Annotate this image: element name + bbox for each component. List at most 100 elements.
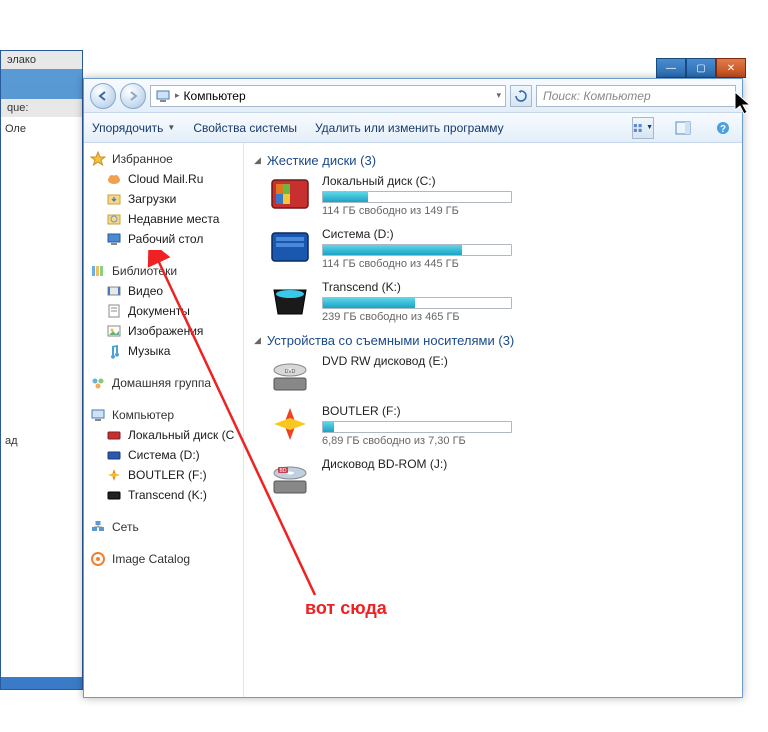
- forward-button[interactable]: [120, 83, 146, 109]
- search-input[interactable]: Поиск: Компьютер: [536, 85, 736, 107]
- computer-header[interactable]: Компьютер: [88, 405, 239, 425]
- drive-d[interactable]: Система (D:) 114 ГБ свободно из 445 ГБ: [268, 227, 732, 270]
- preview-pane-button[interactable]: [672, 117, 694, 139]
- sidebar-item-documents[interactable]: Документы: [88, 301, 239, 321]
- bdrom-icon: BD: [268, 457, 312, 497]
- hdd-icon: [268, 174, 312, 214]
- usage-fill: [323, 422, 334, 432]
- catalog-icon: [90, 551, 106, 567]
- documents-icon: [106, 303, 122, 319]
- sidebar-item-drive-f[interactable]: BOUTLER (F:): [88, 465, 239, 485]
- star-icon: [90, 151, 106, 167]
- cursor-icon: [733, 90, 753, 116]
- back-button[interactable]: [90, 83, 116, 109]
- usage-bar: [322, 191, 512, 203]
- system-properties-button[interactable]: Свойства системы: [193, 121, 297, 135]
- drive-name: DVD RW дисковод (E:): [322, 354, 732, 368]
- collapse-triangle-icon: ◢: [254, 155, 261, 166]
- drive-name: BOUTLER (F:): [322, 404, 732, 418]
- breadcrumb-chevron-icon: ▸: [175, 90, 180, 101]
- hdd-icon: [106, 467, 122, 483]
- hdd-icon: [106, 487, 122, 503]
- drive-j[interactable]: BD Дисковод BD-ROM (J:): [268, 457, 732, 497]
- sidebar-item-drive-d[interactable]: Система (D:): [88, 445, 239, 465]
- bg-line-1: Оле: [5, 123, 78, 135]
- view-icon: [633, 122, 644, 134]
- drive-c[interactable]: Локальный диск (C:) 114 ГБ свободно из 1…: [268, 174, 732, 217]
- uninstall-button[interactable]: Удалить или изменить программу: [315, 121, 504, 135]
- sidebar-item-recent[interactable]: Недавние места: [88, 209, 239, 229]
- network-group: Сеть: [88, 517, 239, 537]
- collapse-triangle-icon: ◢: [254, 335, 261, 346]
- catalog-header[interactable]: Image Catalog: [88, 549, 239, 569]
- organize-button[interactable]: Упорядочить▼: [92, 121, 175, 135]
- homegroup-header[interactable]: Домашняя группа: [88, 373, 239, 393]
- hard-disks-header[interactable]: ◢ Жесткие диски (3): [254, 153, 732, 168]
- annotation-text: вот сюда: [305, 598, 387, 619]
- drive-f[interactable]: BOUTLER (F:) 6,89 ГБ свободно из 7,30 ГБ: [268, 404, 732, 447]
- removable-header[interactable]: ◢ Устройства со съемными носителями (3): [254, 333, 732, 348]
- sidebar-item-video[interactable]: Видео: [88, 281, 239, 301]
- sidebar-item-drive-c[interactable]: Локальный диск (C: [88, 425, 239, 445]
- svg-text:DVD: DVD: [285, 369, 296, 375]
- drive-name: Transcend (K:): [322, 280, 732, 294]
- explorer-body: Избранное Cloud Mail.Ru Загрузки Недавни…: [84, 143, 742, 697]
- computer-icon: [155, 88, 171, 104]
- maximize-button[interactable]: ▢: [686, 58, 716, 78]
- pane-icon: [675, 121, 691, 135]
- chevron-down-icon: ▼: [167, 123, 175, 132]
- drive-e[interactable]: DVD DVD RW дисковод (E:): [268, 354, 732, 394]
- arrow-right-icon: [127, 90, 139, 102]
- sidebar-item-desktop[interactable]: Рабочий стол: [88, 229, 239, 249]
- network-icon: [90, 519, 106, 535]
- svg-text:BD: BD: [280, 468, 287, 474]
- background-window: элако que: Оле ад: [0, 50, 83, 690]
- sidebar-item-downloads[interactable]: Загрузки: [88, 189, 239, 209]
- sidebar-item-drive-k[interactable]: Transcend (K:): [88, 485, 239, 505]
- address-bar[interactable]: ▸ Компьютер ▾: [150, 85, 506, 107]
- dropdown-chevron-icon[interactable]: ▾: [496, 90, 501, 101]
- drive-k[interactable]: Transcend (K:) 239 ГБ свободно из 465 ГБ: [268, 280, 732, 323]
- breadcrumb-text: Компьютер: [184, 89, 246, 103]
- bg-white: Оле ад: [1, 117, 82, 677]
- bg-line-2: ад: [5, 435, 78, 447]
- libraries-header[interactable]: Библиотеки: [88, 261, 239, 281]
- hdd-icon: [268, 227, 312, 267]
- chevron-down-icon: ▼: [646, 124, 653, 131]
- hdd-icon: [268, 280, 312, 320]
- homegroup-group: Домашняя группа: [88, 373, 239, 393]
- video-icon: [106, 283, 122, 299]
- computer-group: Компьютер Локальный диск (C Система (D:)…: [88, 405, 239, 505]
- minimize-button[interactable]: —: [656, 58, 686, 78]
- favorites-group: Избранное Cloud Mail.Ru Загрузки Недавни…: [88, 149, 239, 249]
- hdd-icon: [106, 447, 122, 463]
- svg-text:?: ?: [720, 124, 726, 135]
- bg-strip-1: элако: [1, 51, 82, 69]
- usage-bar: [322, 244, 512, 256]
- drive-name: Дисковод BD-ROM (J:): [322, 457, 732, 471]
- network-header[interactable]: Сеть: [88, 517, 239, 537]
- usage-fill: [323, 192, 368, 202]
- search-placeholder: Поиск: Компьютер: [543, 89, 651, 103]
- view-options-button[interactable]: ▼: [632, 117, 654, 139]
- arrow-left-icon: [97, 90, 109, 102]
- drive-subtext: 239 ГБ свободно из 465 ГБ: [322, 311, 732, 323]
- help-button[interactable]: ?: [712, 117, 734, 139]
- usage-bar: [322, 297, 512, 309]
- sidebar-item-music[interactable]: Музыка: [88, 341, 239, 361]
- drive-name: Система (D:): [322, 227, 732, 241]
- favorites-header[interactable]: Избранное: [88, 149, 239, 169]
- sidebar: Избранное Cloud Mail.Ru Загрузки Недавни…: [84, 143, 244, 697]
- computer-icon: [90, 407, 106, 423]
- nav-bar: ▸ Компьютер ▾ Поиск: Компьютер: [84, 79, 742, 113]
- drive-subtext: 114 ГБ свободно из 445 ГБ: [322, 258, 732, 270]
- sidebar-item-pictures[interactable]: Изображения: [88, 321, 239, 341]
- cloud-icon: [106, 171, 122, 187]
- libraries-group: Библиотеки Видео Документы Изображения М…: [88, 261, 239, 361]
- recent-icon: [106, 211, 122, 227]
- sidebar-item-cloud[interactable]: Cloud Mail.Ru: [88, 169, 239, 189]
- close-button[interactable]: ✕: [716, 58, 746, 78]
- refresh-button[interactable]: [510, 85, 532, 107]
- toolbar: Упорядочить▼ Свойства системы Удалить ил…: [84, 113, 742, 143]
- pictures-icon: [106, 323, 122, 339]
